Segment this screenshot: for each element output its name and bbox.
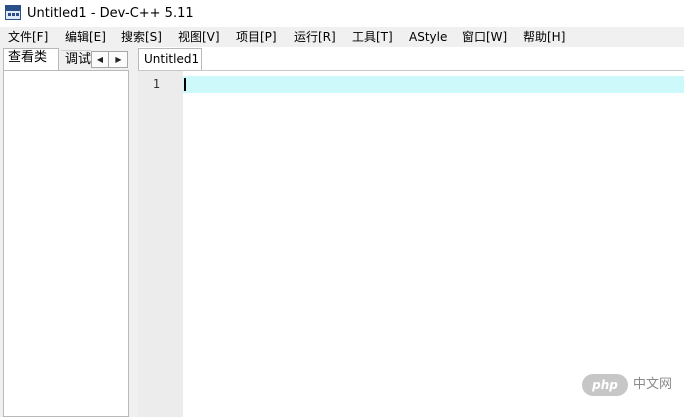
menu-project[interactable]: 项目[P] [236, 29, 277, 45]
current-line-highlight[interactable] [183, 76, 684, 93]
left-panel: 查看类 调试 ◀ ▶ [0, 47, 138, 417]
watermark-text: 中文网 [633, 377, 673, 392]
menu-window[interactable]: 窗口[W] [462, 29, 507, 45]
tab-debug[interactable]: 调试 [61, 50, 91, 70]
title-bar: Untitled1 - Dev-C++ 5.11 [0, 0, 684, 27]
menu-edit[interactable]: 编辑[E] [65, 29, 106, 45]
tab-scroll-buttons: ◀ ▶ [91, 51, 128, 68]
menu-view[interactable]: 视图[V] [178, 29, 220, 45]
class-browser-pane[interactable] [3, 70, 129, 417]
text-caret [184, 78, 186, 91]
line-number-gutter: 1 [138, 71, 183, 417]
menu-run[interactable]: 运行[R] [294, 29, 336, 45]
tab-untitled1[interactable]: Untitled1 [138, 48, 202, 70]
menu-file[interactable]: 文件[F] [8, 29, 48, 45]
menu-help[interactable]: 帮助[H] [523, 29, 565, 45]
app-icon [5, 5, 21, 20]
menu-bar: 文件[F] 编辑[E] 搜索[S] 视图[V] 项目[P] 运行[R] 工具[T… [0, 27, 684, 47]
code-editor[interactable]: 1 [138, 70, 684, 417]
triangle-right-icon[interactable]: ▶ [110, 52, 127, 67]
menu-search[interactable]: 搜索[S] [121, 29, 162, 45]
line-number: 1 [152, 77, 160, 91]
menu-tools[interactable]: 工具[T] [352, 29, 393, 45]
site-watermark: php 中文网 [582, 374, 672, 396]
tab-class-view[interactable]: 查看类 [3, 48, 59, 70]
menu-astyle[interactable]: AStyle [409, 29, 447, 45]
triangle-left-icon[interactable]: ◀ [92, 52, 109, 67]
window-title: Untitled1 - Dev-C++ 5.11 [27, 6, 194, 21]
php-logo: php [582, 374, 628, 396]
